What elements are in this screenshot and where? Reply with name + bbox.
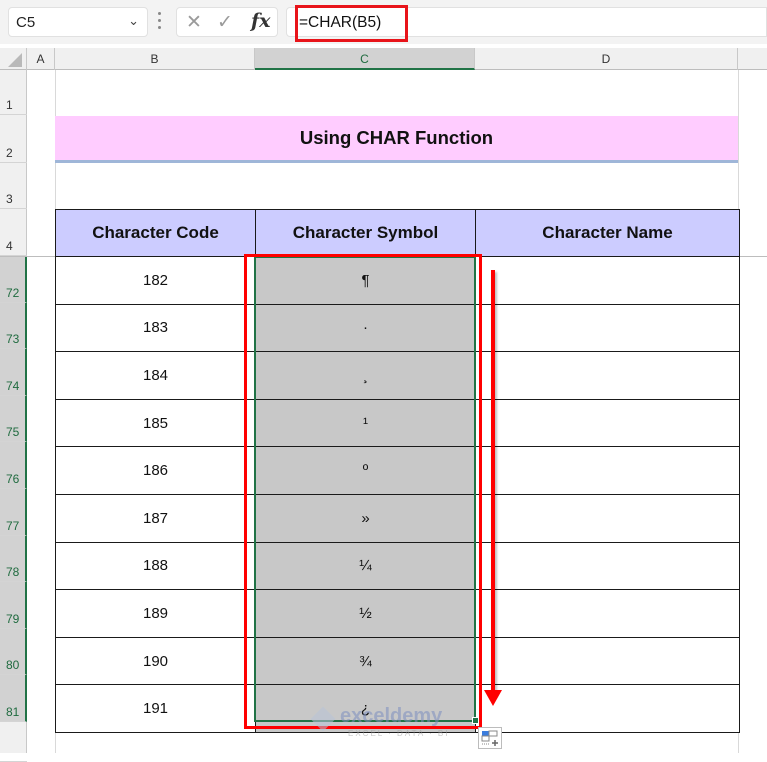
cell-character-name[interactable]	[475, 303, 740, 353]
cell-character-code[interactable]: 185	[55, 398, 256, 448]
row-header[interactable]: 4	[0, 209, 27, 256]
chevron-down-icon[interactable]: ⌄	[128, 13, 139, 29]
column-header-a[interactable]: A	[27, 48, 55, 70]
column-headers: A B C D	[0, 48, 767, 70]
cell-character-code[interactable]: 191	[55, 684, 256, 733]
exceldemy-logo-icon	[310, 706, 336, 732]
cell-character-name[interactable]	[475, 589, 740, 638]
formula-highlight-box	[295, 5, 408, 42]
row-header[interactable]: 1	[0, 70, 27, 115]
cell-character-code[interactable]: 183	[55, 303, 256, 353]
formula-buttons: ✕ ✓ fx	[176, 7, 278, 37]
cell-character-name[interactable]	[475, 541, 740, 591]
row-header[interactable]: 2	[0, 115, 27, 163]
autofill-options-icon	[481, 730, 498, 746]
name-box-value: C5	[16, 14, 36, 31]
header-character-name[interactable]: Character Name	[475, 209, 740, 257]
cell-character-name[interactable]	[475, 684, 740, 733]
name-box[interactable]: C5 ⌄	[8, 7, 148, 37]
watermark: exceldemy EXCEL · DATA · BI	[310, 705, 460, 741]
row-header[interactable]: 76	[0, 442, 27, 489]
row-header[interactable]: 73	[0, 302, 27, 350]
formula-bar: C5 ⌄ ✕ ✓ fx =CHAR(B5)	[0, 0, 767, 44]
annotation-red-box	[244, 254, 482, 729]
table-header-row: Character Code Character Symbol Characte…	[55, 209, 740, 257]
column-header-d[interactable]: D	[475, 48, 738, 70]
cell-character-code[interactable]: 182	[55, 256, 256, 305]
cell-character-name[interactable]	[475, 351, 740, 400]
arrow-down-icon	[484, 690, 502, 706]
title-cell[interactable]: Using CHAR Function	[55, 116, 738, 163]
row-header[interactable]: 3	[0, 163, 27, 209]
watermark-brand: exceldemy	[340, 705, 443, 727]
cell-character-code[interactable]: 184	[55, 351, 256, 400]
column-header-e[interactable]	[738, 48, 767, 70]
cell-character-name[interactable]	[475, 636, 740, 686]
row-header[interactable]: 81	[0, 675, 27, 722]
page-title: Using CHAR Function	[299, 127, 494, 148]
insert-function-icon[interactable]: fx	[251, 10, 271, 32]
column-header-b[interactable]: B	[55, 48, 255, 70]
select-all-button[interactable]	[0, 48, 27, 70]
cell-character-name[interactable]	[475, 256, 740, 305]
row-header[interactable]	[0, 722, 27, 762]
watermark-tagline: EXCEL · DATA · BI	[348, 729, 450, 738]
row-header[interactable]: 72	[0, 256, 27, 303]
row-header[interactable]: 79	[0, 582, 27, 629]
annotation-arrow-line	[491, 270, 495, 695]
enter-icon[interactable]: ✓	[217, 11, 233, 34]
cell-character-code[interactable]: 186	[55, 446, 256, 495]
row-header[interactable]: 74	[0, 349, 27, 396]
header-character-code[interactable]: Character Code	[55, 209, 256, 257]
column-header-c[interactable]: C	[255, 48, 475, 70]
row-header[interactable]: 78	[0, 535, 27, 583]
row-header[interactable]: 77	[0, 489, 27, 536]
cancel-icon[interactable]: ✕	[186, 11, 202, 34]
fill-handle[interactable]	[472, 717, 479, 724]
row-header[interactable]: 75	[0, 395, 27, 443]
drag-handle-icon[interactable]	[158, 10, 162, 32]
cell-character-name[interactable]	[475, 398, 740, 448]
select-all-triangle-icon	[8, 53, 22, 67]
cell-character-code[interactable]: 190	[55, 636, 256, 686]
cell-character-name[interactable]	[475, 493, 740, 543]
cell-character-code[interactable]: 187	[55, 493, 256, 543]
row-header[interactable]: 80	[0, 628, 27, 676]
header-character-symbol[interactable]: Character Symbol	[255, 209, 476, 257]
cell-character-code[interactable]: 189	[55, 589, 256, 638]
cell-character-name[interactable]	[475, 446, 740, 495]
cell-character-code[interactable]: 188	[55, 541, 256, 591]
autofill-options-button[interactable]	[478, 727, 502, 749]
row-headers: 1 2 3 4 72 73 74 75 76 77 78 79 80 81	[0, 70, 27, 762]
